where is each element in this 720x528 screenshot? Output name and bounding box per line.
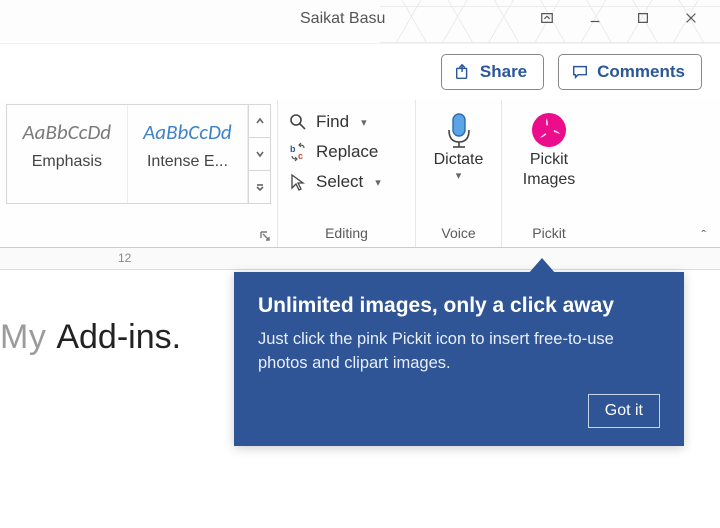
pickit-label-line2: Images [523,170,575,190]
styles-launcher[interactable] [259,229,273,243]
comment-icon [571,63,589,81]
callout-title: Unlimited images, only a click away [258,294,660,318]
gallery-up-button[interactable] [249,105,270,138]
select-button[interactable]: Select ▾ [284,168,409,196]
ruler[interactable]: 12 [0,248,720,270]
find-label: Find [316,112,349,132]
maximize-button[interactable] [620,2,666,34]
cursor-icon [288,172,308,192]
style-name-label: Intense E... [134,153,242,171]
share-bar: Share Comments [0,44,720,100]
doc-text: Add-ins. [56,318,181,357]
share-icon [454,63,472,81]
replace-icon: b c [288,142,308,162]
styles-gallery[interactable]: AaBbCcDd Emphasis AaBbCcDd Intense E... [6,104,271,204]
editing-group: Find ▾ b c Replace Select ▾ Editing [278,100,416,247]
group-label: Editing [284,225,409,245]
share-label: Share [480,62,527,82]
dictate-label: Dictate [434,150,484,170]
chevron-down-icon: ▾ [375,176,381,189]
account-name: Saikat Basu [300,10,385,28]
pickit-icon [529,110,569,150]
chevron-down-icon: ▾ [361,116,367,129]
window-controls [524,2,714,34]
microphone-icon [439,110,479,150]
svg-text:b: b [290,144,296,154]
ribbon-mode-button[interactable] [524,2,570,34]
close-button[interactable] [668,2,714,34]
styles-group: AaBbCcDd Emphasis AaBbCcDd Intense E... [0,100,278,247]
search-icon [288,112,308,132]
style-preview: AaBbCcDd [13,111,121,145]
find-button[interactable]: Find ▾ [284,108,409,136]
pickit-images-button[interactable]: Pickit Images [508,104,590,190]
gallery-more-button[interactable] [249,171,270,203]
pickit-group: Pickit Images Pickit [502,100,596,247]
group-label: Pickit [508,225,590,245]
gallery-scroll [248,105,270,203]
minimize-button[interactable] [572,2,618,34]
callout-body: Just click the pink Pickit icon to inser… [258,328,660,376]
group-label: Voice [422,225,495,245]
comments-label: Comments [597,62,685,82]
voice-group: Dictate ▾ Voice [416,100,502,247]
style-emphasis[interactable]: AaBbCcDd Emphasis [7,105,128,203]
pickit-label-line1: Pickit [530,150,568,170]
style-name-label: Emphasis [13,153,121,171]
select-label: Select [316,172,363,192]
gallery-down-button[interactable] [249,138,270,171]
replace-label: Replace [316,142,378,162]
replace-button[interactable]: b c Replace [284,138,409,166]
share-button[interactable]: Share [441,54,544,90]
style-preview: AaBbCcDd [134,111,242,145]
pickit-teaching-callout: Unlimited images, only a click away Just… [234,272,684,446]
comments-button[interactable]: Comments [558,54,702,90]
callout-arrow [528,258,556,274]
svg-text:c: c [298,151,303,161]
ruler-tick: 12 [118,251,131,265]
collapse-ribbon-button[interactable]: ˆ [701,227,706,243]
titlebar: Saikat Basu [0,0,720,44]
doc-text-prefix: My [0,318,46,357]
ribbon: AaBbCcDd Emphasis AaBbCcDd Intense E... … [0,100,720,248]
dictate-button[interactable]: Dictate ▾ [422,104,495,184]
style-intense-emphasis[interactable]: AaBbCcDd Intense E... [128,105,249,203]
got-it-button[interactable]: Got it [588,394,660,428]
chevron-down-icon: ▾ [456,170,462,184]
